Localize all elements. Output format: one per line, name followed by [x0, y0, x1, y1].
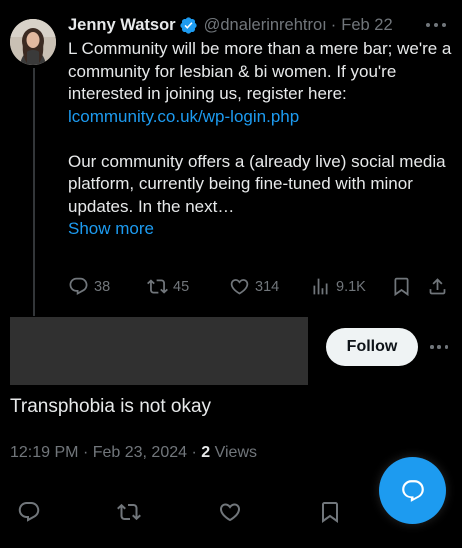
reply-icon	[18, 502, 40, 522]
bottom-repost-button[interactable]	[117, 500, 141, 524]
like-icon	[230, 279, 249, 295]
views-count: 9.1K	[336, 278, 366, 295]
post-body: L Community will be more than a mere bar…	[68, 38, 456, 241]
compose-reply-button[interactable]	[379, 457, 446, 524]
reply-count: 38	[94, 278, 111, 295]
compose-reply-icon	[401, 479, 424, 502]
more-icon[interactable]	[426, 19, 446, 31]
bookmark-icon	[322, 502, 338, 523]
bottom-bookmark-button[interactable]	[318, 500, 342, 524]
post[interactable]: Jenny Watsor @dnalerinrehtroı · Feb 22 L…	[68, 14, 456, 241]
like-count: 314	[255, 278, 280, 295]
reply-more-icon[interactable]	[430, 342, 448, 352]
share-icon	[429, 278, 446, 295]
verified-badge-icon	[179, 16, 197, 34]
post-header: Jenny Watsor @dnalerinrehtroı · Feb 22	[68, 14, 456, 36]
bottom-like-button[interactable]	[218, 500, 242, 524]
reply-text: Transphobia is not okay	[10, 396, 212, 417]
avatar[interactable]	[10, 19, 56, 65]
repost-count: 45	[173, 278, 190, 295]
show-more-link[interactable]: Show more	[68, 218, 456, 241]
views-button[interactable]: 9.1K	[310, 276, 366, 297]
share-button[interactable]	[427, 276, 448, 297]
meta-separator-1: ·	[82, 444, 89, 461]
reply-icon	[69, 277, 88, 295]
bookmark-button[interactable]	[391, 276, 412, 297]
reply-date[interactable]: Feb 23, 2024	[93, 444, 187, 461]
meta-separator-2: ·	[191, 444, 197, 461]
bottom-reply-button[interactable]	[17, 500, 41, 524]
post-text-paragraph-1: L Community will be more than a mere bar…	[68, 39, 452, 103]
follow-button[interactable]: Follow	[326, 328, 418, 366]
like-icon	[219, 503, 241, 522]
thread-connector-line	[33, 68, 35, 316]
redacted-author-block	[10, 317, 308, 385]
reply-views-count: 2	[201, 444, 211, 461]
repost-button[interactable]: 45	[147, 276, 189, 297]
author-name[interactable]: Jenny Watsor	[68, 14, 176, 36]
post-text-paragraph-2: Our community offers a (already live) so…	[68, 151, 446, 216]
like-button[interactable]: 314	[229, 276, 279, 297]
avatar-photo	[10, 19, 56, 65]
author-handle[interactable]: @dnalerinrehtroı	[204, 14, 327, 36]
views-icon	[313, 278, 328, 295]
repost-icon	[147, 279, 168, 294]
reply-meta: 12:19 PM · Feb 23, 2024 · 2 Views	[10, 442, 257, 464]
repost-icon	[117, 503, 141, 521]
reply-views-label: Views	[214, 444, 257, 461]
reply-button[interactable]: 38	[68, 276, 110, 297]
register-link[interactable]: lcommunity.co.uk/wp-login.php	[68, 106, 456, 129]
bookmark-icon	[394, 277, 409, 297]
post-date[interactable]: Feb 22	[341, 14, 392, 36]
header-separator: ·	[330, 16, 337, 34]
post-action-bar: 38 45 314 9.1K	[68, 276, 458, 298]
reply-time[interactable]: 12:19 PM	[10, 444, 78, 461]
